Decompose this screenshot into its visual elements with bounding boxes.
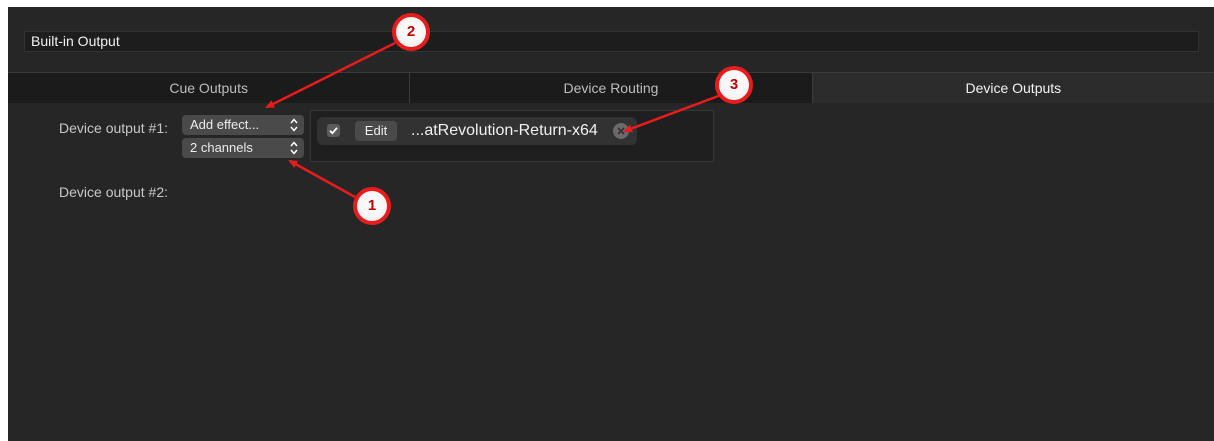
callout-arrow xyxy=(623,93,722,133)
callout-number: 2 xyxy=(406,23,416,40)
callout-arrow xyxy=(288,159,356,199)
callout-number: 3 xyxy=(729,76,739,93)
annotation-overlay xyxy=(265,13,753,225)
callout-arrow xyxy=(265,41,396,109)
callout-number: 1 xyxy=(367,197,377,214)
